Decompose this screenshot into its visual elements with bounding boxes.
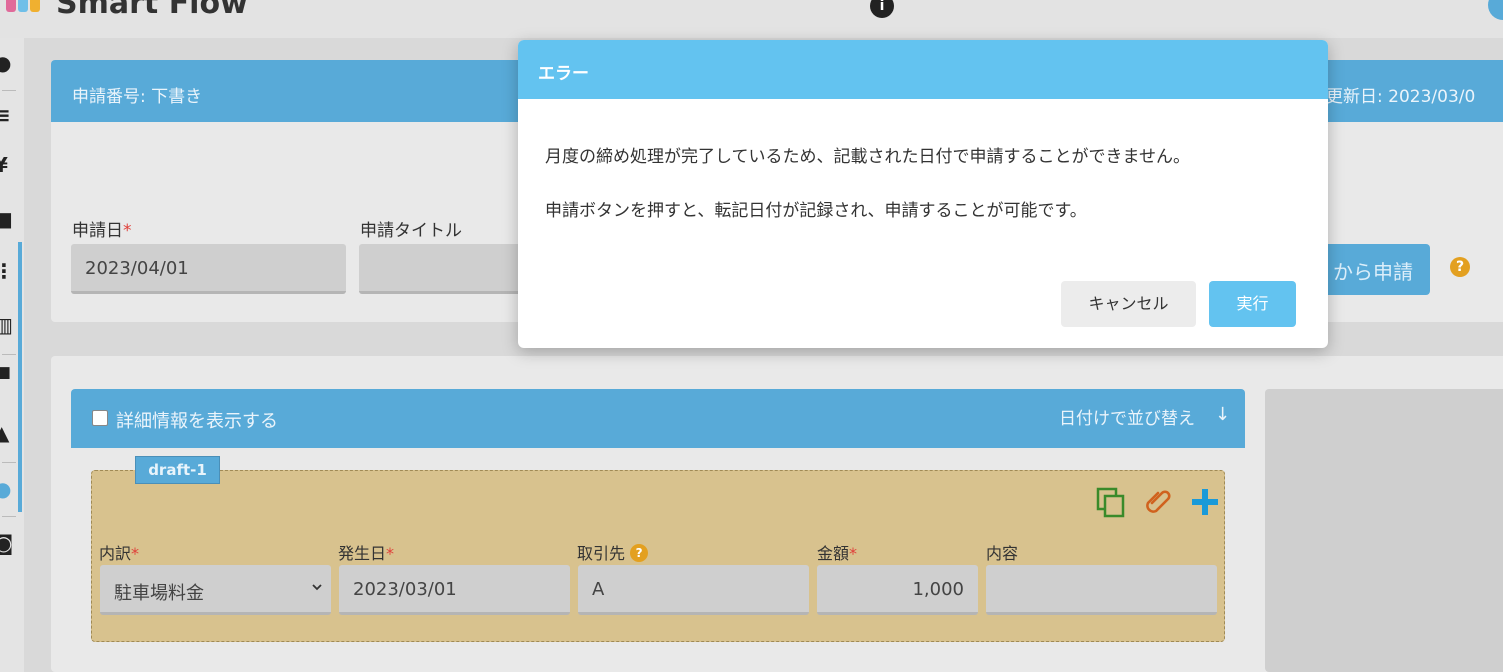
occurred-date-input[interactable]: 2023/03/01 xyxy=(339,565,570,615)
sidebar-divider xyxy=(2,462,16,463)
apply-title-label: 申請タイトル xyxy=(360,221,462,241)
occurred-date-label: 発生日* xyxy=(338,544,395,563)
info-icon[interactable]: i xyxy=(870,0,894,18)
apply-title-input[interactable] xyxy=(359,244,529,294)
error-dialog: エラー 月度の締め処理が完了しているため、記載された日付で申請することができませ… xyxy=(518,40,1328,348)
dialog-message-1: 月度の締め処理が完了しているため、記載された日付で申請することができません。 xyxy=(545,147,1190,167)
nav-item-fragment[interactable] xyxy=(1150,0,1240,6)
dialog-message-2: 申請ボタンを押すと、転記日付が記録され、申請することが可能です。 xyxy=(545,201,1087,221)
content-input[interactable] xyxy=(986,565,1217,615)
settings-icon[interactable]: ◙ xyxy=(0,530,20,556)
draft-tag: draft-1 xyxy=(135,456,220,484)
user-icon[interactable]: ● xyxy=(0,50,20,76)
detail-card: 詳細情報を表示する 日付けで並び替え ↓ draft-1 内訳* 駐車場料金 発… xyxy=(71,389,1245,661)
application-number: 申請番号: 下書き xyxy=(72,87,203,107)
nav-item-fragment[interactable] xyxy=(920,0,960,6)
updated-date: 更新日: 2023/03/0 xyxy=(1326,87,1476,107)
amount-input[interactable]: 1,000 xyxy=(817,565,978,615)
content-label: 内容 xyxy=(986,544,1019,563)
calendar-icon[interactable]: ▥ xyxy=(0,312,20,338)
nav-item-fragment[interactable] xyxy=(1010,0,1100,6)
help-icon[interactable]: ? xyxy=(630,544,649,562)
document-icon[interactable]: ■ xyxy=(0,206,20,232)
sidebar-divider xyxy=(2,354,16,355)
brand-logo[interactable]: Smart Flow xyxy=(56,0,248,21)
dialog-header: エラー xyxy=(518,40,1328,99)
chevron-down-icon xyxy=(312,584,322,591)
paperclip-icon[interactable] xyxy=(1142,485,1176,519)
sidebar-divider xyxy=(2,90,16,91)
help-icon[interactable]: ? xyxy=(1450,257,1470,277)
breakdown-value: 駐車場料金 xyxy=(114,583,204,604)
yen-icon[interactable]: ¥ xyxy=(0,152,20,178)
details-panel: 詳細情報を表示する 日付けで並び替え ↓ draft-1 内訳* 駐車場料金 発… xyxy=(51,356,1503,672)
apply-date-label: 申請日* xyxy=(72,221,132,241)
home-icon[interactable]: ▲ xyxy=(0,420,20,446)
dots-icon[interactable]: ⋮ xyxy=(0,258,20,284)
breakdown-label: 内訳* xyxy=(99,544,140,563)
sort-by-date-button[interactable]: 日付けで並び替え xyxy=(1059,404,1195,429)
copy-icon[interactable] xyxy=(1094,485,1128,519)
partner-label: 取引先 ? xyxy=(577,540,649,564)
detail-header: 詳細情報を表示する 日付けで並び替え ↓ xyxy=(71,389,1245,448)
show-detail-checkbox[interactable] xyxy=(92,410,108,426)
left-sidebar: ● ≡ ¥ ■ ⋮ ▥ ▀ ▲ ● ◙ xyxy=(0,38,24,672)
sidebar-divider xyxy=(2,516,16,517)
top-bar: Smart Flow i xyxy=(0,0,1503,38)
apply-date-input[interactable]: 2023/04/01 xyxy=(71,244,346,294)
draft-item: draft-1 内訳* 駐車場料金 発生日* 2023/03/01 取引先 ? … xyxy=(91,456,1225,642)
partner-input[interactable]: A xyxy=(578,565,809,615)
show-detail-label[interactable]: 詳細情報を表示する xyxy=(116,407,278,433)
apply-button[interactable]: から申請 xyxy=(1321,244,1430,295)
dialog-title: エラー xyxy=(538,64,589,84)
cancel-button[interactable]: キャンセル xyxy=(1061,281,1196,327)
sort-arrow-icon[interactable]: ↓ xyxy=(1215,404,1230,425)
account-icon[interactable]: ● xyxy=(0,476,20,502)
report-icon[interactable]: ▀ xyxy=(0,366,20,392)
breakdown-select[interactable]: 駐車場料金 xyxy=(100,565,331,615)
amount-label: 金額* xyxy=(817,544,858,563)
list-icon[interactable]: ≡ xyxy=(0,102,20,128)
side-preview-area xyxy=(1265,389,1503,672)
nav-item-fragment[interactable] xyxy=(1350,0,1430,6)
logo-icon xyxy=(0,0,44,12)
plus-icon[interactable] xyxy=(1188,485,1222,519)
user-avatar[interactable] xyxy=(1488,0,1503,20)
execute-button[interactable]: 実行 xyxy=(1209,281,1296,327)
